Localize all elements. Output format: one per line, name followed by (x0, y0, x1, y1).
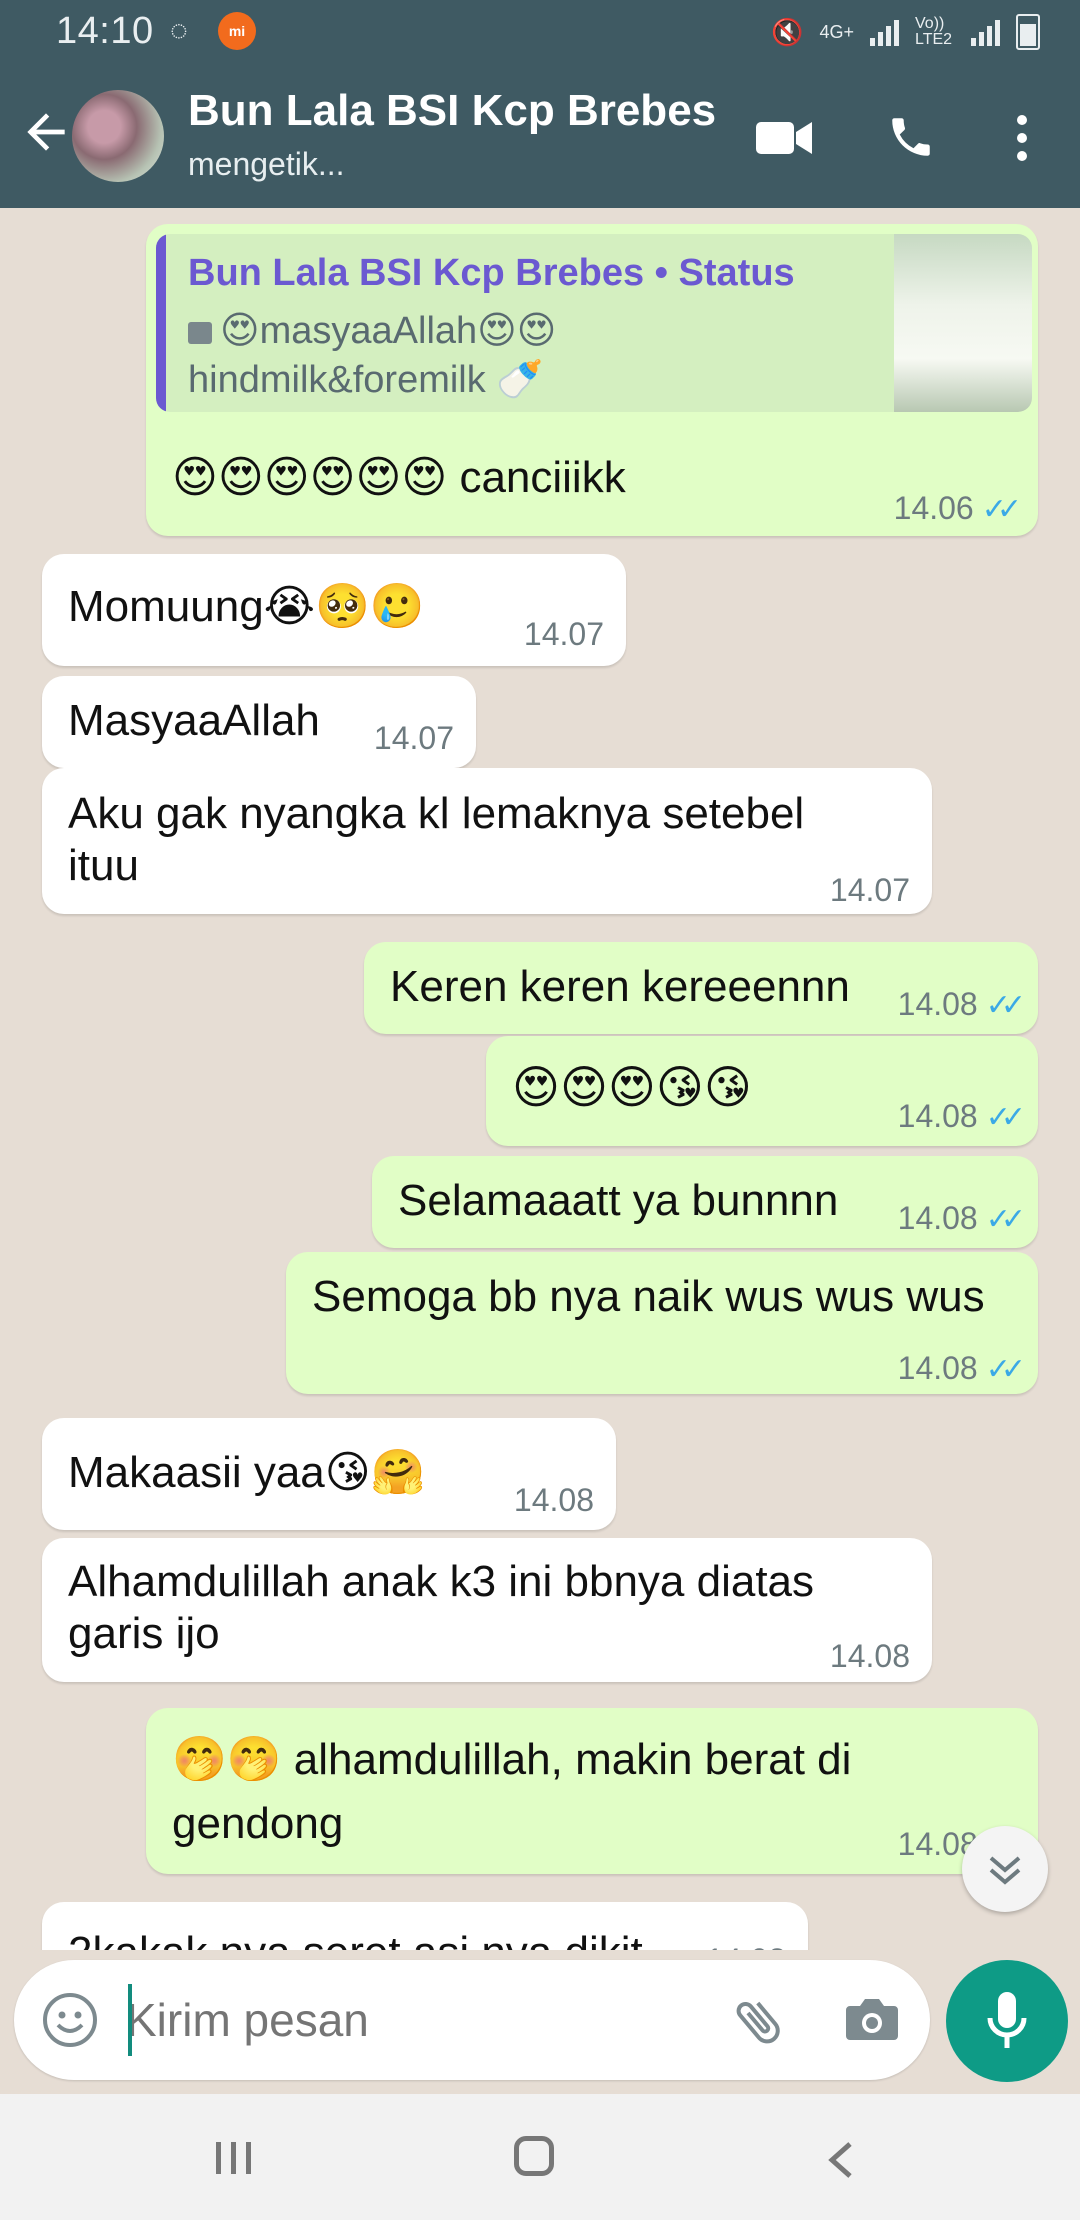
message-outgoing[interactable]: Selamaaatt ya bunnnn 14.08 ✓✓ (372, 1156, 1038, 1248)
message-outgoing[interactable]: Bun Lala BSI Kcp Brebes • Status 😍masyaa… (146, 224, 1038, 536)
read-ticks-icon: ✓✓ (985, 1101, 1026, 1134)
read-ticks-icon: ✓✓ (981, 493, 1022, 526)
chat-bubble-icon: ◌ (170, 14, 188, 47)
time-label: 14.08 (829, 1638, 910, 1674)
mi-icon: mi (218, 12, 256, 50)
message-text: Selamaaatt ya bunnnn (398, 1176, 839, 1225)
quote-line1: 😍masyaaAllah😍😍 (188, 308, 556, 353)
message-text: Alhamdulillah anak k3 ini bbnya diatas g… (68, 1557, 815, 1658)
message-outgoing[interactable]: Keren keren kereeennn 14.08 ✓✓ (364, 942, 1038, 1034)
chat-area[interactable]: Bun Lala BSI Kcp Brebes • Status 😍masyaa… (0, 208, 1080, 1958)
time-label: 14.08 (897, 1098, 978, 1134)
back-arrow-icon[interactable] (18, 104, 74, 160)
video-call-icon[interactable] (756, 118, 814, 158)
message-incoming[interactable]: Momuung😭🥺🥲 14.07 (42, 554, 626, 666)
message-outgoing[interactable]: 😍😍😍😘😘 14.08 ✓✓ (486, 1036, 1038, 1146)
network-label-left: 4G+ (819, 21, 854, 42)
message-composer[interactable] (14, 1960, 930, 2080)
message-incoming[interactable]: Makaasii yaa😘🤗 14.08 (42, 1418, 616, 1530)
quote-text-line1: 😍masyaaAllah😍😍 (220, 310, 557, 352)
message-text: 😍😍😍😍😍😍 canciiikk (172, 453, 626, 502)
message-time: 14.08✓✓ (897, 986, 1026, 1023)
back-icon[interactable] (822, 2140, 858, 2180)
time-label: 14.06 (893, 490, 974, 526)
message-text: Aku gak nyangka kl lemaknya setebel ituu (68, 789, 805, 890)
time-label: 14.08 (897, 986, 978, 1022)
camera-icon[interactable] (844, 1994, 900, 2044)
message-text: Makaasii yaa😘🤗 (68, 1448, 426, 1497)
avatar[interactable] (72, 90, 164, 182)
network-label-right: Vo)) LTE2 (915, 15, 953, 48)
emoji-icon[interactable] (42, 1992, 98, 2048)
status-bar: 14:10 ◌ mi 🔇 4G+ Vo)) LTE2 (0, 0, 1080, 64)
status-time: 14:10 (56, 10, 154, 52)
message-outgoing[interactable]: Semoga bb nya naik wus wus wus 14.08 ✓✓ (286, 1252, 1038, 1394)
quoted-status[interactable]: Bun Lala BSI Kcp Brebes • Status 😍masyaa… (156, 234, 1032, 412)
message-incoming[interactable]: Aku gak nyangka kl lemaknya setebel ituu… (42, 768, 932, 914)
time-label: 14.08 (897, 1350, 978, 1386)
message-text: Semoga bb nya naik wus wus wus (312, 1272, 985, 1321)
signal-icon (870, 18, 899, 46)
read-ticks-icon: ✓✓ (985, 989, 1026, 1022)
read-ticks-icon: ✓✓ (985, 1203, 1026, 1236)
time-label: 14.07 (523, 616, 604, 652)
message-input[interactable] (126, 1982, 706, 2058)
phone-call-icon[interactable] (886, 112, 936, 162)
mic-icon (987, 1992, 1027, 2048)
scroll-down-button[interactable] (962, 1826, 1048, 1912)
message-incoming[interactable]: Alhamdulillah anak k3 ini bbnya diatas g… (42, 1538, 932, 1682)
contact-status: mengetik... (188, 146, 345, 182)
home-icon[interactable] (514, 2136, 554, 2176)
message-time: 14.08✓✓ (897, 1098, 1026, 1135)
status-thumbnail (894, 234, 1032, 412)
chat-header: Bun Lala BSI Kcp Brebes mengetik... (0, 64, 1080, 208)
image-icon (188, 321, 212, 344)
time-label: 14.07 (373, 720, 454, 756)
message-incoming[interactable]: MasyaaAllah 14.07 (42, 676, 476, 768)
status-right: 🔇 4G+ Vo)) LTE2 (771, 14, 1040, 50)
message-time: 14.06 ✓✓ (893, 490, 1022, 527)
message-text: MasyaaAllah (68, 696, 320, 745)
time-label: 14.07 (829, 872, 910, 908)
read-ticks-icon: ✓✓ (985, 1353, 1026, 1386)
quote-bar (156, 234, 166, 412)
mute-icon: 🔇 (771, 16, 804, 47)
message-text: Keren keren kereeennn (390, 962, 850, 1011)
message-text: Momuung😭🥺🥲 (68, 582, 425, 631)
quote-text-line2: hindmilk&foremilk 🍼 (188, 359, 544, 401)
message-text: 😍😍😍😘😘 (512, 1061, 752, 1113)
text-caret (128, 1984, 132, 2056)
chevron-double-down-icon (989, 1856, 1021, 1885)
more-vert-icon[interactable] (1008, 114, 1036, 162)
message-time: 14.08✓✓ (897, 1350, 1026, 1387)
message-time: 14.08✓✓ (897, 1200, 1026, 1237)
attach-icon[interactable] (726, 1990, 790, 2054)
system-nav-bar (0, 2094, 1080, 2220)
contact-name[interactable]: Bun Lala BSI Kcp Brebes (188, 86, 716, 136)
battery-icon (1016, 14, 1040, 50)
message-outgoing[interactable]: 🤭🤭 alhamdulillah, makin berat di gendong… (146, 1708, 1038, 1874)
mic-button[interactable] (946, 1960, 1068, 2082)
time-label: 14.08 (897, 1200, 978, 1236)
recent-apps-icon[interactable] (212, 2140, 256, 2176)
quote-title: Bun Lala BSI Kcp Brebes • Status (188, 252, 795, 294)
signal-icon (971, 18, 1000, 46)
message-text: 🤭🤭 alhamdulillah, makin berat di gendong (172, 1735, 852, 1848)
time-label: 14.08 (513, 1482, 594, 1518)
